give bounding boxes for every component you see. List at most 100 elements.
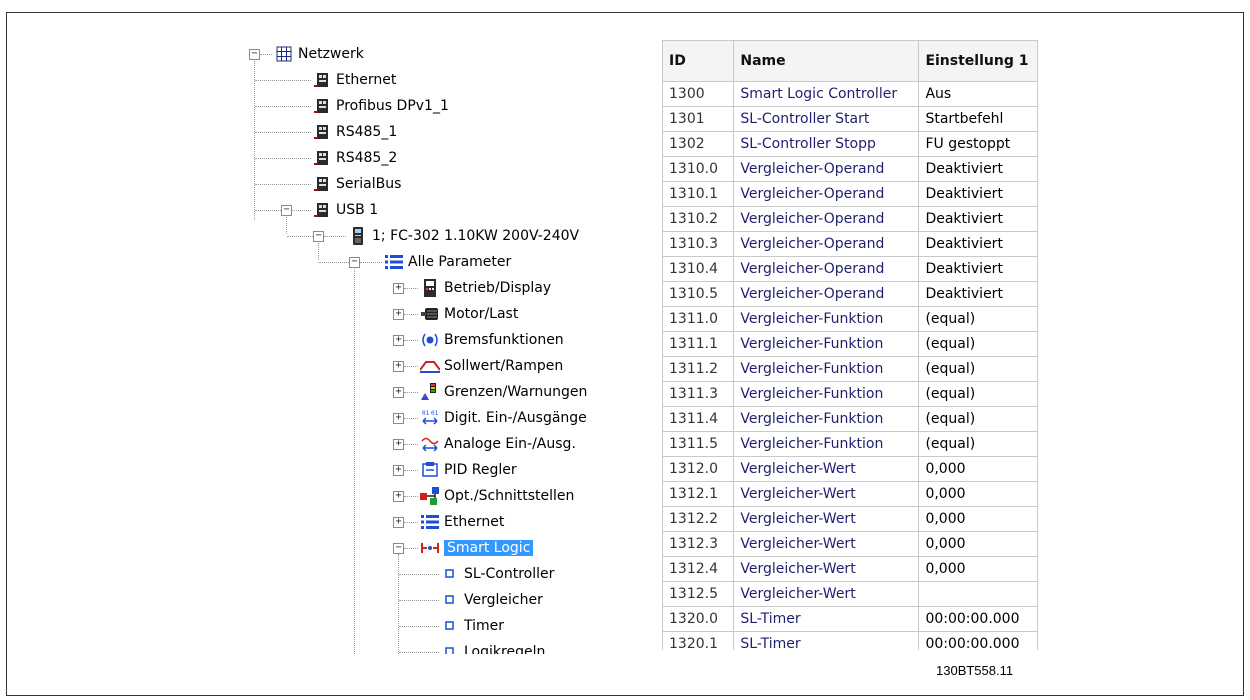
cell-value[interactable]: 0,000 bbox=[918, 456, 1038, 482]
cell-value[interactable]: Deaktiviert bbox=[918, 156, 1038, 182]
cell-name: Smart Logic Controller bbox=[733, 81, 920, 107]
expand-toggle[interactable]: + bbox=[393, 361, 404, 372]
table-row[interactable]: 1311.2 Vergleicher-Funktion (equal) bbox=[662, 356, 1038, 382]
column-header-name[interactable]: Name bbox=[733, 40, 920, 82]
cell-value[interactable]: FU gestoppt bbox=[918, 131, 1038, 157]
cell-name: Vergleicher-Operand bbox=[733, 256, 920, 282]
tree-node-group-motor[interactable]: Motor/Last bbox=[420, 302, 518, 326]
table-row[interactable]: 1312.4 Vergleicher-Wert 0,000 bbox=[662, 556, 1038, 582]
tree-node-rs485-2[interactable]: RS485_2 bbox=[312, 146, 397, 170]
expand-toggle[interactable]: + bbox=[393, 517, 404, 528]
cell-id: 1312.3 bbox=[662, 531, 735, 557]
expand-toggle[interactable]: + bbox=[393, 335, 404, 346]
tree-node-logikregeln[interactable]: Logikregeln bbox=[440, 640, 545, 654]
table-row[interactable]: 1312.0 Vergleicher-Wert 0,000 bbox=[662, 456, 1038, 482]
table-row[interactable]: 1310.3 Vergleicher-Operand Deaktiviert bbox=[662, 231, 1038, 257]
expand-toggle[interactable]: + bbox=[393, 283, 404, 294]
cell-value[interactable]: Deaktiviert bbox=[918, 181, 1038, 207]
cell-name: Vergleicher-Wert bbox=[733, 531, 920, 557]
table-row[interactable]: 1310.5 Vergleicher-Operand Deaktiviert bbox=[662, 281, 1038, 307]
tree-node-group-opt[interactable]: Opt./Schnittstellen bbox=[420, 484, 574, 508]
tree-node-group-grenzen[interactable]: Grenzen/Warnungen bbox=[420, 380, 587, 404]
column-header-setting[interactable]: Einstellung 1 bbox=[918, 40, 1038, 82]
tree-node-group-brems[interactable]: Bremsfunktionen bbox=[420, 328, 564, 352]
tree-node-serialbus[interactable]: SerialBus bbox=[312, 172, 401, 196]
cell-value[interactable]: Startbefehl bbox=[918, 106, 1038, 132]
table-row[interactable]: 1311.4 Vergleicher-Funktion (equal) bbox=[662, 406, 1038, 432]
expand-toggle[interactable]: + bbox=[393, 387, 404, 398]
cell-value[interactable]: Deaktiviert bbox=[918, 231, 1038, 257]
expand-toggle[interactable]: + bbox=[393, 491, 404, 502]
tree-node-ethernet-port[interactable]: Ethernet bbox=[312, 68, 396, 92]
cell-value[interactable]: (equal) bbox=[918, 381, 1038, 407]
table-row[interactable]: 1312.5 Vergleicher-Wert bbox=[662, 581, 1038, 607]
cell-value[interactable]: Deaktiviert bbox=[918, 206, 1038, 232]
tree-node-all-params[interactable]: Alle Parameter bbox=[384, 250, 511, 274]
tree-node-group-digit[interactable]: 01 01 Digit. Ein-/Ausgänge bbox=[420, 406, 587, 430]
cell-value[interactable]: (equal) bbox=[918, 331, 1038, 357]
table-row[interactable]: 1310.1 Vergleicher-Operand Deaktiviert bbox=[662, 181, 1038, 207]
table-row[interactable]: 1320.0 SL-Timer 00:00:00.000 bbox=[662, 606, 1038, 632]
table-row[interactable]: 1312.1 Vergleicher-Wert 0,000 bbox=[662, 481, 1038, 507]
cell-value[interactable]: (equal) bbox=[918, 356, 1038, 382]
table-row[interactable]: 1302 SL-Controller Stopp FU gestoppt bbox=[662, 131, 1038, 157]
table-row[interactable]: 1311.5 Vergleicher-Funktion (equal) bbox=[662, 431, 1038, 457]
expand-toggle[interactable]: + bbox=[393, 309, 404, 320]
table-row[interactable]: 1312.3 Vergleicher-Wert 0,000 bbox=[662, 531, 1038, 557]
collapse-toggle[interactable]: − bbox=[349, 257, 360, 268]
cell-value[interactable]: Aus bbox=[918, 81, 1038, 107]
tree-node-timer[interactable]: Timer bbox=[440, 614, 504, 638]
cell-value[interactable]: (equal) bbox=[918, 431, 1038, 457]
table-row[interactable]: 1320.1 SL-Timer 00:00:00.000 bbox=[662, 631, 1038, 650]
leaf-node-icon bbox=[440, 642, 460, 654]
cell-value[interactable]: 0,000 bbox=[918, 506, 1038, 532]
table-row[interactable]: 1300 Smart Logic Controller Aus bbox=[662, 81, 1038, 107]
parameter-grid[interactable]: ID Name Einstellung 1 1300 Smart Logic Co… bbox=[662, 40, 1038, 650]
tree-node-drive[interactable]: 1; FC-302 1.10KW 200V-240V bbox=[348, 224, 579, 248]
tree-node-group-smart-logic[interactable]: Smart Logic bbox=[420, 536, 534, 560]
cell-value[interactable]: (equal) bbox=[918, 306, 1038, 332]
cell-value[interactable]: 00:00:00.000 bbox=[918, 631, 1038, 650]
tree-node-profibus[interactable]: Profibus DPv1_1 bbox=[312, 94, 449, 118]
column-header-id[interactable]: ID bbox=[662, 40, 735, 82]
tree-node-netzwerk[interactable]: Netzwerk bbox=[274, 42, 364, 66]
cell-value[interactable]: Deaktiviert bbox=[918, 281, 1038, 307]
table-row[interactable]: 1310.0 Vergleicher-Operand Deaktiviert bbox=[662, 156, 1038, 182]
table-row[interactable]: 1311.1 Vergleicher-Funktion (equal) bbox=[662, 331, 1038, 357]
tree-node-group-pid[interactable]: PID Regler bbox=[420, 458, 517, 482]
tree-line bbox=[398, 554, 399, 654]
expand-toggle[interactable]: + bbox=[393, 413, 404, 424]
cell-value[interactable]: 0,000 bbox=[918, 531, 1038, 557]
table-row[interactable]: 1310.2 Vergleicher-Operand Deaktiviert bbox=[662, 206, 1038, 232]
expand-toggle[interactable]: + bbox=[393, 439, 404, 450]
tree-node-group-betrieb[interactable]: Betrieb/Display bbox=[420, 276, 551, 300]
table-row[interactable]: 1301 SL-Controller Start Startbefehl bbox=[662, 106, 1038, 132]
cell-value[interactable]: (equal) bbox=[918, 406, 1038, 432]
tree-node-usb1[interactable]: USB 1 bbox=[312, 198, 378, 222]
table-row[interactable]: 1312.2 Vergleicher-Wert 0,000 bbox=[662, 506, 1038, 532]
cell-value[interactable]: 0,000 bbox=[918, 556, 1038, 582]
network-tree[interactable]: − Netzwerk Ethernet Profibus DPv1_1 RS48… bbox=[238, 38, 650, 654]
tree-line bbox=[404, 548, 418, 549]
collapse-toggle[interactable]: − bbox=[249, 49, 260, 60]
cell-value[interactable] bbox=[918, 581, 1038, 607]
collapse-toggle[interactable]: − bbox=[313, 231, 324, 242]
cell-value[interactable]: Deaktiviert bbox=[918, 256, 1038, 282]
tree-node-rs485-1[interactable]: RS485_1 bbox=[312, 120, 397, 144]
expand-toggle[interactable]: + bbox=[393, 465, 404, 476]
tree-node-vergleicher[interactable]: Vergleicher bbox=[440, 588, 543, 612]
tree-node-group-ethernet[interactable]: Ethernet bbox=[420, 510, 504, 534]
tree-node-sl-controller[interactable]: SL-Controller bbox=[440, 562, 554, 586]
cell-value[interactable]: 00:00:00.000 bbox=[918, 606, 1038, 632]
tree-node-label: 1; FC-302 1.10KW 200V-240V bbox=[372, 228, 580, 244]
tree-line bbox=[404, 444, 418, 445]
collapse-toggle[interactable]: − bbox=[281, 205, 292, 216]
collapse-toggle[interactable]: − bbox=[393, 543, 404, 554]
cell-value[interactable]: 0,000 bbox=[918, 481, 1038, 507]
table-row[interactable]: 1310.4 Vergleicher-Operand Deaktiviert bbox=[662, 256, 1038, 282]
tree-node-group-sollwert[interactable]: Sollwert/Rampen bbox=[420, 354, 563, 378]
tree-node-group-analog[interactable]: Analoge Ein-/Ausg. bbox=[420, 432, 576, 456]
table-row[interactable]: 1311.0 Vergleicher-Funktion (equal) bbox=[662, 306, 1038, 332]
table-row[interactable]: 1311.3 Vergleicher-Funktion (equal) bbox=[662, 381, 1038, 407]
cell-id: 1311.0 bbox=[662, 306, 735, 332]
